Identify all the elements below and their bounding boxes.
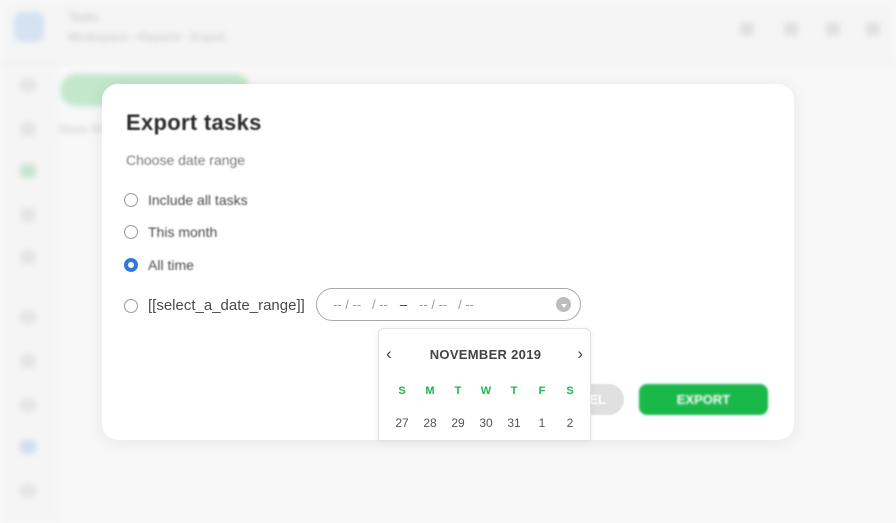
weekday-label: F bbox=[538, 385, 546, 397]
weekday-label: W bbox=[480, 385, 492, 397]
calendar-day[interactable]: 2 bbox=[556, 416, 584, 430]
calendar-day[interactable]: 27 bbox=[388, 416, 416, 430]
weekday-label: M bbox=[425, 385, 435, 397]
next-month-icon[interactable]: › bbox=[577, 344, 583, 364]
weekday-label: S bbox=[566, 385, 574, 397]
date-picker-calendar: ‹ NOVEMBER 2019 › S M T W T F S 27 28 29… bbox=[378, 328, 591, 440]
dropdown-toggle-icon[interactable] bbox=[556, 297, 571, 312]
calendar-day[interactable]: 1 bbox=[528, 416, 556, 430]
calendar-day[interactable]: 30 bbox=[472, 416, 500, 430]
option-label: [[select_a_date_range]] bbox=[148, 297, 305, 314]
weekday-label: T bbox=[454, 385, 462, 397]
radio-date-range[interactable] bbox=[124, 298, 138, 313]
option-date-range[interactable]: [[select_a_date_range]] bbox=[124, 297, 305, 314]
calendar-day[interactable]: 28 bbox=[416, 416, 444, 430]
date-separator: – bbox=[399, 297, 408, 312]
calendar-month-label: NOVEMBER 2019 bbox=[429, 347, 542, 362]
option-all-time[interactable]: All time bbox=[124, 257, 194, 273]
start-date-input[interactable]: -- / -- / -- bbox=[333, 297, 388, 312]
option-label: All time bbox=[148, 257, 194, 273]
option-this-month[interactable]: This month bbox=[124, 224, 217, 240]
option-label: This month bbox=[148, 224, 218, 240]
dialog-subtitle: Choose date range bbox=[126, 152, 246, 168]
radio-this-month[interactable] bbox=[124, 225, 138, 239]
calendar-day[interactable]: 29 bbox=[444, 416, 472, 430]
radio-all-time[interactable] bbox=[124, 258, 138, 272]
option-include-all[interactable]: Include all tasks bbox=[124, 192, 248, 208]
radio-include-all[interactable] bbox=[124, 193, 138, 207]
weekday-label: S bbox=[398, 385, 406, 397]
export-button[interactable]: EXPORT bbox=[639, 384, 768, 415]
weekday-header: S M T W T F S bbox=[388, 385, 584, 397]
weekday-label: T bbox=[510, 385, 518, 397]
end-date-input[interactable]: -- / -- / -- bbox=[419, 297, 474, 312]
dialog-title: Export tasks bbox=[126, 110, 262, 135]
calendar-day[interactable]: 31 bbox=[500, 416, 528, 430]
calendar-week-row: 27 28 29 30 31 1 2 bbox=[388, 416, 584, 430]
date-range-input[interactable]: -- / -- / -- – -- / -- / -- bbox=[316, 288, 581, 321]
option-label: Include all tasks bbox=[148, 192, 248, 208]
